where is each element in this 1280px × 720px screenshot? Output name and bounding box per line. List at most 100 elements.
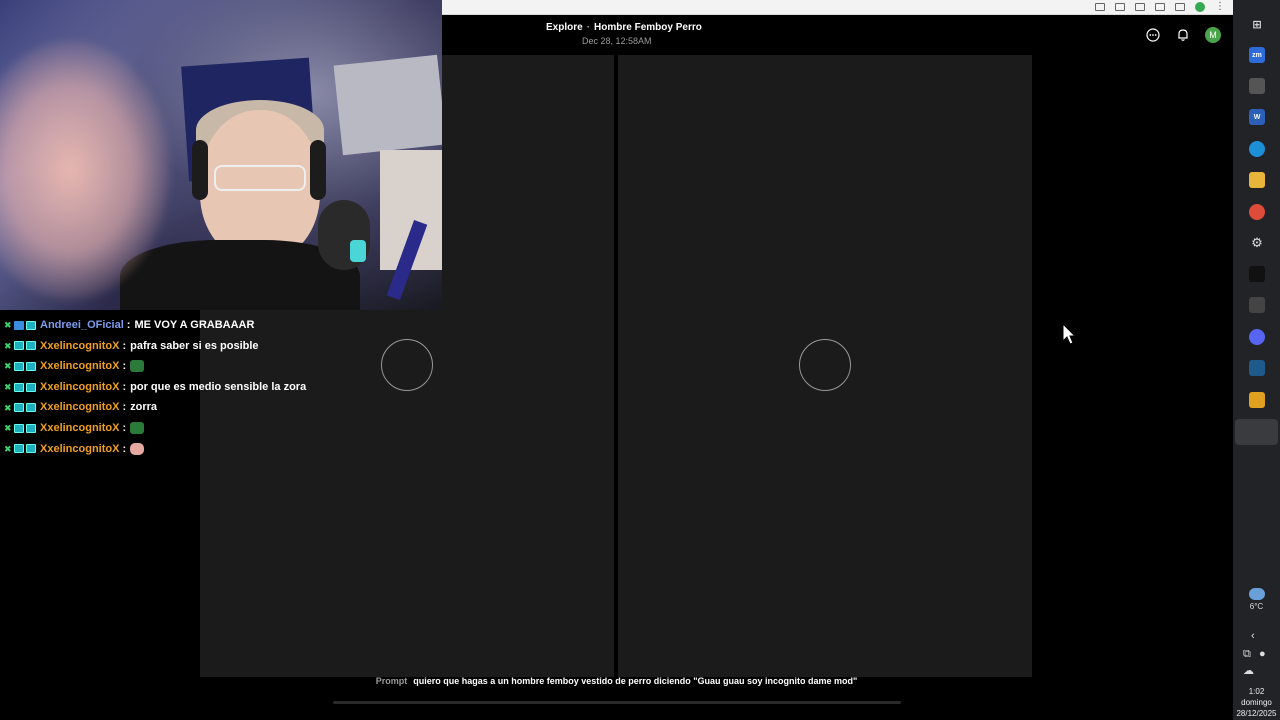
horizontal-scrollbar[interactable] (333, 701, 901, 704)
show-hidden-icons-chevron-icon[interactable]: ‹ (1251, 630, 1255, 642)
moderator-badge-icon: ✖ (4, 320, 12, 331)
user-badges: ✖ (4, 361, 36, 371)
chat-username[interactable]: XxelincognitoX (40, 377, 119, 398)
turtle-emote (130, 422, 145, 435)
weather-icon (1248, 588, 1265, 600)
edge-icon[interactable] (1249, 141, 1265, 157)
app-icon[interactable] (1249, 360, 1265, 376)
browser-toolbar: ⋮ (442, 0, 1233, 15)
chat-username[interactable]: Andreei_OFicial (40, 315, 124, 336)
subscriber-badge-icon (14, 423, 24, 433)
chat-message: ✖ XxelincognitoX: por que es medio sensibl… (4, 377, 444, 398)
clock-day: domingo (1241, 698, 1272, 707)
zoom-icon[interactable]: zm (1249, 47, 1265, 63)
user-badges: ✖ (4, 320, 36, 331)
system-tray-icon[interactable]: ⧉ (1243, 648, 1251, 661)
cast-icon[interactable] (1095, 3, 1105, 11)
breadcrumb: Explore · Hombre Femboy Perro (546, 22, 702, 33)
chat-badge-icon (26, 341, 36, 351)
weather-widget[interactable]: 6°C (1233, 588, 1280, 611)
system-clock[interactable]: 1:02 domingo 28/12/2025 (1233, 686, 1280, 719)
explore-link[interactable]: Explore (546, 22, 583, 33)
moderator-badge-icon: ✖ (4, 382, 12, 393)
discord-icon[interactable] (1249, 329, 1265, 345)
chat-username[interactable]: XxelincognitoX (40, 397, 119, 418)
settings-icon[interactable]: ⚙ (1249, 235, 1265, 251)
user-badges: ✖ (4, 402, 36, 413)
profile-icon[interactable] (1195, 2, 1205, 12)
onedrive-icon[interactable]: ☁ (1243, 664, 1254, 677)
moderator-badge-icon: ✖ (4, 340, 12, 351)
extensions-icon[interactable] (1175, 3, 1185, 11)
chat-separator: : (122, 421, 127, 434)
chat-message: ✖ XxelincognitoX: (4, 356, 444, 377)
header-actions: M (1145, 27, 1221, 43)
chat-text: ME VOY A GRABAAAR (134, 319, 255, 331)
chat-username[interactable]: XxelincognitoX (40, 356, 119, 377)
video-panel-right[interactable] (618, 55, 1032, 677)
weather-temp: 6°C (1249, 602, 1264, 611)
more-options-button[interactable] (1145, 27, 1161, 43)
subscriber-badge-icon (14, 341, 24, 351)
screenshot-icon[interactable] (1115, 3, 1125, 11)
subscriber-badge-icon (14, 320, 24, 330)
chat-separator: : (126, 319, 131, 331)
moderator-badge-icon: ✖ (4, 402, 12, 413)
capcut-icon[interactable] (1249, 266, 1265, 282)
file-explorer-icon[interactable] (1249, 172, 1265, 188)
clock-time: 1:02 (1248, 687, 1265, 696)
chat-username[interactable]: XxelincognitoX (40, 439, 119, 460)
chat-separator: : (122, 380, 127, 393)
active-app-highlight (1235, 419, 1278, 445)
microphone-clip (350, 240, 366, 262)
prompt-label: Prompt (375, 676, 408, 686)
chat-badge-icon (26, 403, 36, 413)
chat-message: ✖ XxelincognitoX: zorra (4, 397, 444, 418)
subscriber-badge-icon (14, 361, 24, 371)
more-options-icon (1146, 28, 1160, 42)
headset (310, 140, 326, 200)
page-header: Explore · Hombre Femboy Perro Dec 28, 12:5… (546, 22, 702, 46)
notifications-button[interactable] (1175, 27, 1191, 43)
page-title: Hombre Femboy Perro (594, 22, 702, 33)
chat-badge-icon (26, 444, 36, 454)
chat-username[interactable]: XxelincognitoX (40, 418, 119, 439)
headset (192, 140, 208, 200)
chat-text: por que es medio sensible la zora (130, 380, 307, 393)
chat-separator: : (122, 360, 127, 373)
browser-toolbar-icons: ⋮ (1095, 1, 1225, 13)
app-icon[interactable] (1249, 297, 1265, 313)
browser-menu-icon[interactable]: ⋮ (1215, 2, 1225, 12)
tab-icon[interactable] (1155, 3, 1165, 11)
turtle-emote (130, 360, 145, 373)
chat-username[interactable]: XxelincognitoX (40, 336, 119, 357)
chat-separator: : (122, 401, 127, 414)
chat-badge-icon (26, 382, 36, 392)
subscriber-badge-icon (14, 382, 24, 392)
clock-date: 28/12/2025 (1236, 709, 1277, 718)
word-icon[interactable]: W (1249, 109, 1265, 125)
user-badges: ✖ (4, 423, 36, 433)
user-badges: ✖ (4, 382, 36, 393)
microphone-tray-icon[interactable]: ● (1259, 648, 1266, 660)
bookmark-star-icon[interactable] (1135, 3, 1145, 11)
chat-separator: : (122, 339, 127, 352)
subscriber-badge-icon (14, 444, 24, 454)
chat-message: ✖ Andreei_OFicial: ME VOY A GRABAAAR (4, 315, 444, 336)
chat-badge-icon (26, 423, 36, 433)
subscriber-badge-icon (14, 403, 24, 413)
chat-text: pafra saber si es posible (130, 339, 259, 352)
moderator-badge-icon: ✖ (4, 443, 12, 454)
task-view-icon[interactable]: ⊞ (1249, 16, 1265, 32)
mouse-cursor-icon (1062, 323, 1076, 345)
app-icon[interactable] (1249, 78, 1265, 94)
user-badges: ✖ (4, 340, 36, 351)
prompt-caption: Prompt quiero que hagas a un hombre fembo… (0, 676, 1233, 686)
app-icon[interactable] (1249, 392, 1265, 408)
prompt-text: quiero que hagas a un hombre femboy vest… (413, 676, 858, 686)
chrome-icon[interactable] (1249, 204, 1265, 220)
user-avatar[interactable]: M (1205, 27, 1221, 43)
user-badges: ✖ (4, 443, 36, 454)
streamer-glasses (214, 165, 306, 191)
windows-taskbar: ⊞ zm W ⚙ ‹ ⧉ ● ☁ (1233, 0, 1280, 720)
